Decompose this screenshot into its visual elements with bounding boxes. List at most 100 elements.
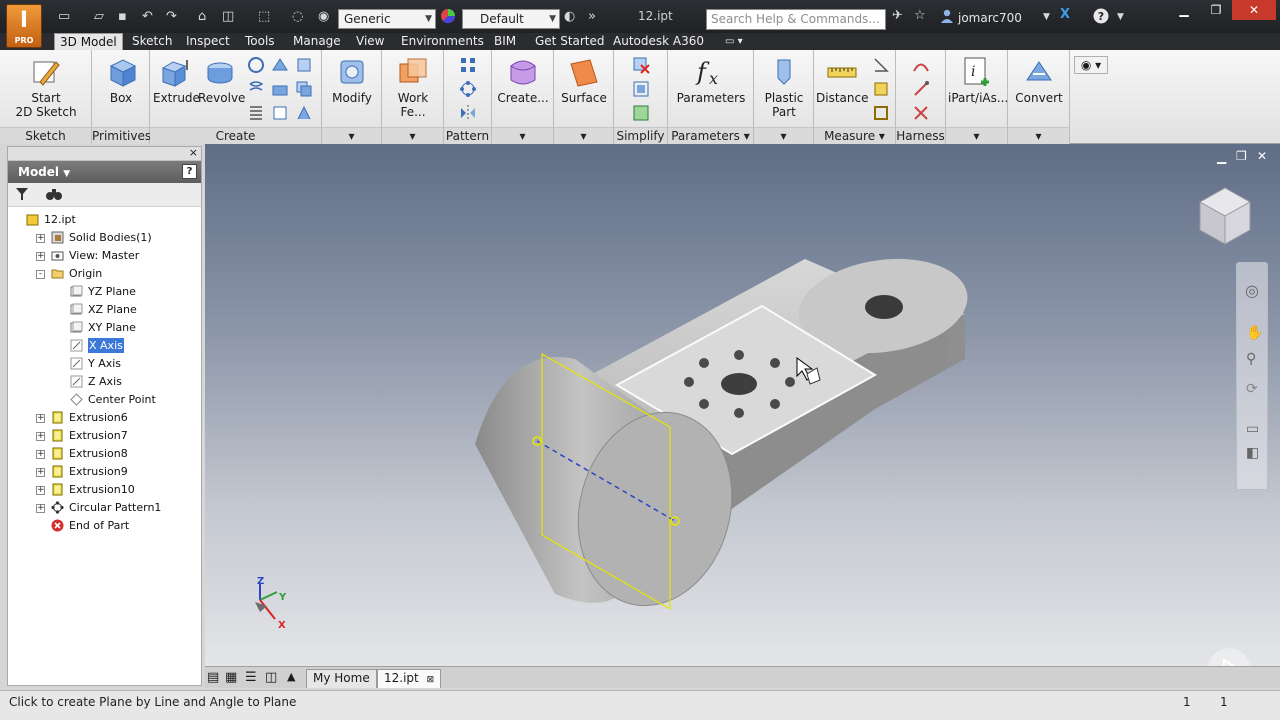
- tree-item[interactable]: 12.ipt: [8, 211, 198, 229]
- zoom-icon[interactable]: ⚲: [1246, 351, 1256, 367]
- view-cube[interactable]: [1198, 187, 1252, 245]
- ipart-button[interactable]: i iPart/iAs...: [948, 56, 1008, 105]
- open-file-icon[interactable]: ▱: [94, 10, 104, 24]
- pan-hand-icon[interactable]: ✋: [1246, 325, 1263, 341]
- exchange-apps-icon[interactable]: X: [1060, 8, 1070, 22]
- save-icon[interactable]: ▪: [118, 10, 127, 24]
- tree-item[interactable]: + Extrusion10: [8, 481, 198, 499]
- tree-item[interactable]: + Extrusion6: [8, 409, 198, 427]
- expand-icon[interactable]: +: [36, 450, 45, 459]
- emboss-icon[interactable]: [271, 80, 289, 98]
- user-name[interactable]: jomarc700: [958, 11, 1022, 25]
- redo-icon[interactable]: ↷: [166, 10, 177, 24]
- tree-item[interactable]: + Solid Bodies(1): [8, 229, 198, 247]
- sculpt-icon[interactable]: [295, 104, 313, 122]
- chevron-down-icon[interactable]: ▼: [1117, 10, 1124, 24]
- tree-item[interactable]: XZ Plane: [8, 301, 198, 319]
- arrange-horizontal-icon[interactable]: ☰: [245, 670, 257, 685]
- surface-button[interactable]: Surface: [558, 56, 610, 105]
- spring-icon[interactable]: [247, 104, 265, 122]
- tree-item[interactable]: Center Point: [8, 391, 198, 409]
- ribbon-options-icon[interactable]: ▭ ▾: [720, 33, 748, 50]
- plastic-part-button[interactable]: Plastic Part: [754, 56, 814, 119]
- select-icon[interactable]: ⬚: [258, 10, 270, 24]
- rectangular-pattern-icon[interactable]: [459, 56, 477, 74]
- tree-item[interactable]: XY Plane: [8, 319, 198, 337]
- viewport-minimize-icon[interactable]: ▁: [1217, 150, 1226, 164]
- tree-item[interactable]: YZ Plane: [8, 283, 198, 301]
- derive-icon[interactable]: [295, 80, 313, 98]
- material-combo[interactable]: Generic ▼: [338, 9, 436, 29]
- adjust-icon[interactable]: ◉: [318, 10, 329, 24]
- tab-sketch[interactable]: Sketch: [127, 33, 177, 50]
- plastic-part-dropdown[interactable]: ▾: [754, 127, 813, 144]
- modify-panel-dropdown[interactable]: ▾: [322, 127, 381, 144]
- part-body[interactable]: [475, 249, 974, 623]
- tree-item[interactable]: + Extrusion7: [8, 427, 198, 445]
- tree-item[interactable]: + Circular Pattern1: [8, 499, 198, 517]
- overflow-icon[interactable]: »: [588, 10, 596, 24]
- modify-button[interactable]: Modify: [328, 56, 376, 105]
- tree-item[interactable]: - Origin: [8, 265, 198, 283]
- loft-icon[interactable]: [271, 56, 289, 74]
- expand-icon[interactable]: +: [36, 504, 45, 513]
- tab-inspect[interactable]: Inspect: [181, 33, 235, 50]
- expand-icon[interactable]: +: [36, 468, 45, 477]
- angle-measure-icon[interactable]: [872, 56, 890, 74]
- tree-item[interactable]: X Axis: [8, 337, 198, 355]
- tree-item[interactable]: + Extrusion8: [8, 445, 198, 463]
- tab-tools[interactable]: Tools: [240, 33, 280, 50]
- graphics-viewport[interactable]: Z Y X ▁ ❐ ✕ ◎ ✋ ⚲ ⟳ ▭ ◧: [205, 144, 1280, 666]
- tab-bim[interactable]: BIM: [489, 33, 521, 50]
- sweep-icon[interactable]: [247, 56, 265, 74]
- convert-button[interactable]: Convert: [1012, 56, 1066, 105]
- appearance-combo[interactable]: Default ▼: [462, 9, 560, 29]
- chevron-down-icon[interactable]: ▼: [1043, 10, 1050, 24]
- chevron-up-icon[interactable]: ▲: [287, 670, 295, 683]
- expand-icon[interactable]: +: [36, 414, 45, 423]
- clear-appearance-icon[interactable]: ◐: [564, 10, 575, 24]
- find-binoculars-icon[interactable]: [46, 187, 62, 201]
- model-canvas[interactable]: [205, 144, 1280, 666]
- expand-icon[interactable]: +: [36, 234, 45, 243]
- color-wheel-icon[interactable]: [440, 8, 456, 28]
- work-features-button[interactable]: Work Fe...: [384, 56, 442, 119]
- minimize-window-button[interactable]: ▁: [1168, 0, 1200, 20]
- decal-icon[interactable]: [271, 104, 289, 122]
- area-measure-icon[interactable]: [872, 80, 890, 98]
- rib-icon[interactable]: [295, 56, 313, 74]
- surface-dropdown[interactable]: ▾: [554, 127, 613, 144]
- tab-manage[interactable]: Manage: [288, 33, 346, 50]
- loop-measure-icon[interactable]: [872, 104, 890, 122]
- new-file-icon[interactable]: ▭: [58, 10, 70, 24]
- revolve-button[interactable]: Revolve: [198, 56, 245, 105]
- close-browser-icon[interactable]: ×: [189, 146, 198, 159]
- tab-get-started[interactable]: Get Started: [530, 33, 610, 50]
- work-features-dropdown[interactable]: ▾: [382, 127, 443, 144]
- look-at-icon[interactable]: ▭: [1246, 421, 1259, 437]
- define-envelopes-icon[interactable]: [632, 80, 650, 98]
- tree-item[interactable]: Z Axis: [8, 373, 198, 391]
- restore-window-button[interactable]: ❐: [1200, 0, 1232, 20]
- parameters-button[interactable]: fx Parameters: [674, 56, 748, 105]
- coil-icon[interactable]: [247, 80, 265, 98]
- measure-qat-icon[interactable]: ◌: [292, 10, 303, 24]
- favorites-star-icon[interactable]: ☆: [914, 9, 926, 23]
- extrude-button[interactable]: Extrude: [153, 56, 200, 105]
- play-overlay-icon[interactable]: [1208, 648, 1250, 666]
- convert-dropdown[interactable]: ▾: [1008, 127, 1069, 144]
- application-menu-button[interactable]: I PRO: [6, 4, 42, 48]
- collapse-icon[interactable]: -: [36, 270, 45, 279]
- tile-windows-icon[interactable]: ▦: [225, 670, 237, 685]
- panel-title-parameters[interactable]: Parameters ▾: [668, 127, 753, 144]
- viewport-restore-icon[interactable]: ❐: [1236, 149, 1247, 163]
- browser-header[interactable]: Model ▼ ?: [8, 161, 201, 183]
- harness-connector-icon[interactable]: [912, 104, 930, 122]
- help-icon[interactable]: ?: [1093, 8, 1109, 28]
- steering-wheel-icon[interactable]: ◎: [1245, 281, 1259, 300]
- harness-cable-icon[interactable]: [912, 56, 930, 74]
- tree-item[interactable]: + View: Master: [8, 247, 198, 265]
- tab-my-home[interactable]: My Home: [306, 669, 377, 688]
- panel-title-measure[interactable]: Measure ▾: [814, 127, 895, 144]
- simplify-part-icon[interactable]: [632, 104, 650, 122]
